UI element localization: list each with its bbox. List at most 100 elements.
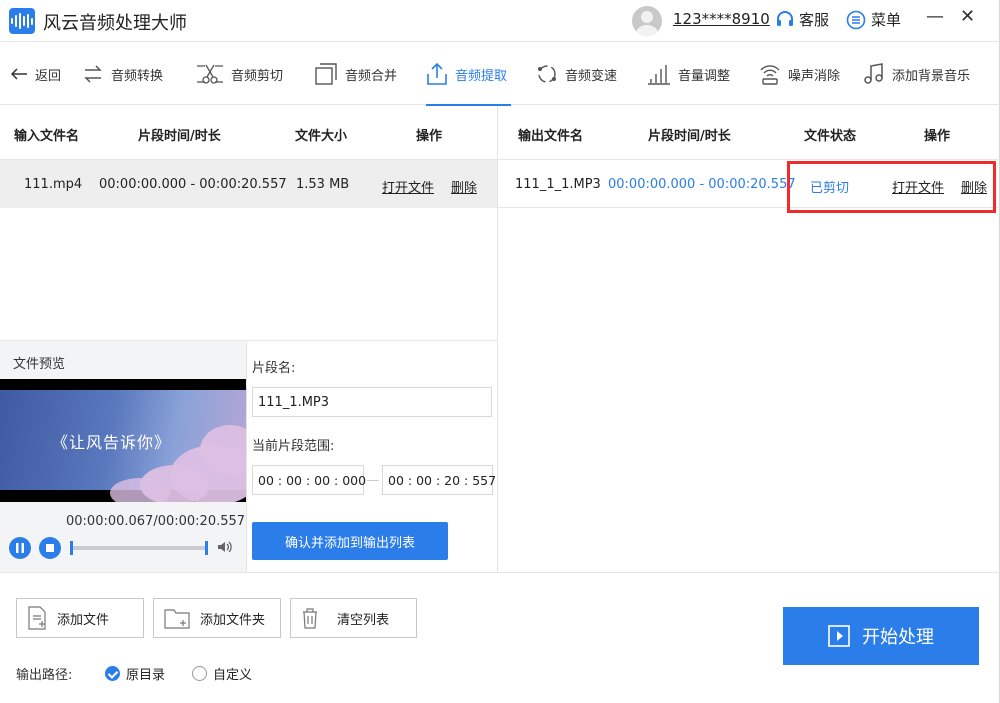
segment-settings: 片段名: 111_1.MP3 当前片段范围: 00 : 00 : 00 : 00…	[248, 341, 497, 572]
tab-audio-cut[interactable]: 音频剪切	[196, 43, 283, 105]
minimize-icon[interactable]: —	[926, 6, 944, 27]
stop-button[interactable]	[39, 537, 61, 559]
confirm-add-button[interactable]: 确认并添加到输出列表	[252, 522, 448, 560]
preview-title: 文件预览	[13, 357, 66, 372]
stop-icon	[46, 544, 54, 552]
title-bar: 风云音频处理大师 123****8910 客服 菜单 — ✕	[0, 0, 1000, 42]
bottom-bar: 添加文件 添加文件夹 清空列表 输出路径: 原目录 自定义 开始处理	[0, 572, 1000, 703]
table-header: 输入文件名 片段时间/时长 文件大小 操作	[0, 106, 497, 160]
tab-label: 音量调整	[678, 68, 731, 84]
tab-label: 音频变速	[565, 68, 618, 84]
col-input-name: 输入文件名	[14, 129, 80, 144]
tab-noise-removal[interactable]: 噪声消除	[759, 43, 840, 105]
scissors-icon	[197, 64, 223, 84]
customer-service-label: 客服	[799, 11, 830, 29]
headset-icon	[777, 10, 793, 26]
video-caption: 《让风告诉你》	[52, 433, 172, 452]
playback-slider[interactable]	[70, 546, 208, 550]
tab-volume-adjust[interactable]: 音量调整	[647, 43, 730, 105]
col-segment-time: 片段时间/时长	[138, 129, 221, 144]
segment-name-label: 片段名:	[252, 361, 296, 376]
radio-original-dir[interactable]: 原目录	[105, 664, 165, 683]
tab-audio-extract[interactable]: 音频提取	[426, 43, 512, 106]
col-file-size: 文件大小	[295, 129, 348, 144]
speed-icon	[538, 65, 556, 83]
user-account-link[interactable]: 123****8910	[673, 10, 770, 28]
volume-bars-icon	[648, 65, 670, 85]
tab-audio-merge[interactable]: 音频合并	[314, 43, 397, 105]
menu-list-icon	[846, 10, 866, 29]
merge-icon	[315, 63, 337, 85]
tab-label: 噪声消除	[788, 68, 841, 84]
file-preview-panel: 文件预览 《让风告诉你》 00:00:00.067/00:00:20.557	[0, 341, 247, 572]
input-file-size: 1.53 MB	[296, 177, 350, 192]
radio-label: 原目录	[126, 668, 166, 683]
app-logo-icon	[9, 8, 35, 34]
pause-icon	[16, 543, 24, 553]
trash-icon	[303, 608, 317, 629]
volume-icon[interactable]	[216, 538, 234, 560]
start-processing-button[interactable]: 开始处理	[783, 607, 979, 665]
table-row[interactable]: 111.mp4 00:00:00.000 - 00:00:20.557 1.53…	[0, 160, 497, 208]
col-actions: 操作	[924, 129, 951, 144]
tab-add-background-music[interactable]: 添加背景音乐	[863, 43, 970, 105]
output-path-label: 输出路径:	[16, 668, 73, 683]
start-label: 开始处理	[862, 627, 934, 648]
tab-audio-convert[interactable]: 音频转换	[82, 43, 163, 105]
add-file-label: 添加文件	[57, 612, 110, 628]
tab-label: 添加背景音乐	[892, 68, 971, 84]
segment-name-input[interactable]: 111_1.MP3	[252, 387, 492, 417]
app-window: 风云音频处理大师 123****8910 客服 菜单 — ✕ 返回 音频转换 音…	[0, 0, 1000, 703]
add-file-button[interactable]: 添加文件	[16, 598, 144, 638]
playback-time: 00:00:00.067/00:00:20.557	[66, 514, 246, 529]
radio-label: 自定义	[213, 668, 253, 683]
segment-range-label: 当前片段范围:	[252, 439, 335, 454]
add-folder-label: 添加文件夹	[200, 612, 266, 628]
output-file-name: 111_1_1.MP3	[515, 177, 601, 192]
add-folder-icon	[164, 609, 190, 629]
tab-audio-speed[interactable]: 音频变速	[536, 43, 617, 105]
open-file-link[interactable]: 打开文件	[382, 177, 434, 196]
menu-label: 菜单	[871, 11, 902, 29]
table-header: 输出文件名 片段时间/时长 文件状态 操作	[498, 106, 1000, 160]
radio-checked-icon	[105, 666, 120, 681]
input-segment-time: 00:00:00.000 - 00:00:20.557	[99, 177, 287, 192]
tab-label: 音频合并	[345, 68, 398, 84]
play-icon	[828, 625, 850, 647]
add-file-icon	[28, 606, 46, 630]
tab-label: 音频剪切	[231, 68, 284, 84]
avatar[interactable]	[632, 6, 662, 36]
back-label: 返回	[35, 68, 62, 84]
slider-end-handle[interactable]	[205, 541, 208, 555]
input-file-name: 111.mp4	[24, 177, 83, 192]
video-preview[interactable]: 《让风告诉你》	[0, 379, 246, 502]
range-end-input[interactable]: 00 : 00 : 20 : 557	[382, 465, 496, 495]
music-note-icon	[864, 63, 883, 84]
customer-service-button[interactable]: 客服	[775, 9, 829, 30]
preview-area: 文件预览 《让风告诉你》 00:00:00.067/00:00:20.557 片…	[0, 340, 498, 572]
clear-list-button[interactable]: 清空列表	[290, 598, 417, 638]
slider-start-handle[interactable]	[70, 541, 73, 555]
noise-icon	[760, 65, 780, 85]
convert-icon	[84, 65, 102, 83]
close-icon[interactable]: ✕	[960, 6, 975, 27]
col-segment-time: 片段时间/时长	[648, 129, 731, 144]
highlight-box	[787, 161, 996, 213]
range-start-input[interactable]: 00 : 00 : 00 : 000	[252, 465, 366, 495]
col-output-name: 输出文件名	[518, 129, 584, 144]
add-folder-button[interactable]: 添加文件夹	[153, 598, 281, 638]
tab-label: 音频提取	[455, 68, 508, 84]
input-file-table: 输入文件名 片段时间/时长 文件大小 操作 111.mp4 00:00:00.0…	[0, 106, 498, 340]
extract-icon	[427, 62, 447, 85]
app-title: 风云音频处理大师	[43, 13, 187, 34]
back-button[interactable]: 返回	[10, 43, 61, 105]
col-file-status: 文件状态	[804, 129, 857, 144]
back-arrow-icon	[10, 68, 27, 80]
function-toolbar: 返回 音频转换 音频剪切 音频合并 音频提取 音频变速 音量调整 噪声消除 添加…	[0, 43, 1000, 106]
tab-label: 音频转换	[111, 68, 164, 84]
delete-link[interactable]: 删除	[451, 177, 477, 196]
pause-button[interactable]	[9, 537, 31, 559]
radio-custom-dir[interactable]: 自定义	[192, 664, 252, 683]
radio-unchecked-icon	[192, 666, 207, 681]
menu-button[interactable]: 菜单	[846, 9, 901, 30]
